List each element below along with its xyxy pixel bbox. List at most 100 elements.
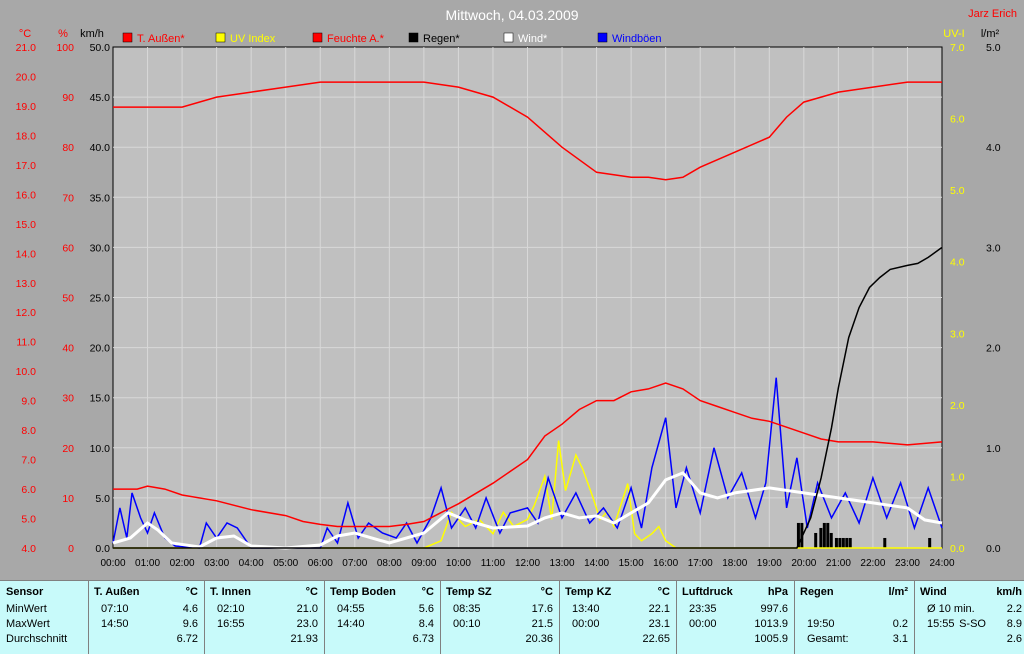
x-tick-label: 11:00 <box>481 558 506 569</box>
stats-cell-label: 23:35 <box>689 603 717 615</box>
stats-row: 16:55 23.0 <box>205 617 324 632</box>
stats-cell-label: MinWert <box>6 603 47 615</box>
stats-cell-label: 08:35 <box>453 603 481 615</box>
stats-cell-value: 6.72 <box>176 633 198 645</box>
stats-cell-value: 997.6 <box>760 603 788 615</box>
stats-row: Gesamt: 3.1 <box>795 632 914 647</box>
stats-cell-extra: S-SO <box>959 618 986 630</box>
stats-row: 19:50 0.2 <box>795 617 914 632</box>
stats-cell-value: hPa <box>767 586 788 598</box>
stats-cell-label: 16:55 <box>217 618 245 630</box>
stats-cell-value: 21.5 <box>531 618 553 630</box>
stats-cell-label: 02:10 <box>217 603 245 615</box>
stats-row <box>795 602 914 617</box>
rain-bar <box>841 537 845 548</box>
stats-row: 15:55 S-SO 8.9 <box>915 617 1024 632</box>
stats-row: Durchschnitt <box>0 632 88 647</box>
rain-tick-label: 1.0 <box>986 443 1001 455</box>
x-tick-label: 05:00 <box>273 558 298 569</box>
stats-cell-value: 22.65 <box>642 633 670 645</box>
stats-cell-value: °C <box>305 586 318 598</box>
stats-row: 14:40 8.4 <box>325 617 440 632</box>
temp-tick-label: 9.0 <box>21 396 36 408</box>
humidity-tick-label: 70 <box>62 192 74 204</box>
legend-swatch <box>122 32 133 43</box>
stats-cell-label: Temp SZ <box>446 586 492 598</box>
stats-header-row: Luftdruck hPa <box>677 585 794 600</box>
temp-tick-label: 19.0 <box>16 101 37 113</box>
uv-tick-label: 5.0 <box>950 185 965 197</box>
stats-cell-value: km/h <box>996 586 1022 598</box>
temp-tick-label: 18.0 <box>16 130 37 142</box>
temp-tick-label: 10.0 <box>16 366 37 378</box>
stats-cell-value: 5.6 <box>418 603 434 615</box>
x-tick-label: 13:00 <box>550 558 575 569</box>
wind-tick-label: 10.0 <box>90 443 111 455</box>
stats-row: 20.36 <box>441 632 559 647</box>
stats-cell-value: 21.93 <box>290 633 318 645</box>
stats-cell-label: 14:40 <box>337 618 365 630</box>
rain-bar <box>845 537 849 548</box>
stats-cell-value: 23.0 <box>296 618 318 630</box>
stats-column: Wind km/h Ø 10 min. 2.2 15:55 S-SO 8.9 2.6 <box>915 581 1024 654</box>
stats-row: 14:50 9.6 <box>89 617 204 632</box>
stats-cell-label: T. Außen <box>94 586 140 598</box>
stats-row: 04:55 5.6 <box>325 602 440 617</box>
uv-tick-label: 1.0 <box>950 471 965 483</box>
stats-cell-value: 22.1 <box>648 603 670 615</box>
stats-cell-label: 00:00 <box>572 618 600 630</box>
humidity-axis-unit: % <box>58 28 68 40</box>
stats-row: 23:35 997.6 <box>677 602 794 617</box>
stats-cell-value: 2.2 <box>1006 603 1022 615</box>
stats-row: MinWert <box>0 602 88 617</box>
rain-tick-label: 2.0 <box>986 343 1001 355</box>
temp-tick-label: 12.0 <box>16 307 37 319</box>
statistics-table: Sensor MinWert MaxWert Durchschnitt T. Außen… <box>0 580 1024 654</box>
temp-tick-label: 17.0 <box>16 160 37 172</box>
x-tick-label: 14:00 <box>584 558 609 569</box>
stats-row: 21.93 <box>205 632 324 647</box>
temp-tick-label: 16.0 <box>16 189 37 201</box>
legend-label: Wind* <box>518 33 548 45</box>
stats-cell-label: T. Innen <box>210 586 251 598</box>
stats-cell-value: 3.1 <box>892 633 908 645</box>
temp-tick-label: 7.0 <box>21 455 36 467</box>
wind-tick-label: 50.0 <box>90 42 111 54</box>
legend-swatch <box>597 32 608 43</box>
rain-bar <box>834 537 838 548</box>
rain-bar <box>838 537 842 548</box>
stats-cell-label: Ø 10 min. <box>927 603 975 615</box>
stats-cell-label: 19:50 <box>807 618 835 630</box>
stats-cell-value: 1013.9 <box>754 618 788 630</box>
stats-cell-value: 0.2 <box>892 618 908 630</box>
uv-tick-label: 6.0 <box>950 114 965 126</box>
legend-label: Windböen <box>612 33 662 45</box>
wind-tick-label: 40.0 <box>90 142 111 154</box>
chart-title: Mittwoch, 04.03.2009 <box>445 7 578 23</box>
temp-tick-label: 15.0 <box>16 219 37 231</box>
stats-cell-label: 00:10 <box>453 618 481 630</box>
stats-row: 00:00 23.1 <box>560 617 676 632</box>
temp-tick-label: 6.0 <box>21 484 36 496</box>
rain-bar <box>848 537 852 548</box>
stats-cell-value: 4.6 <box>182 603 198 615</box>
x-tick-label: 22:00 <box>860 558 885 569</box>
stats-row: 2.6 <box>915 632 1024 647</box>
temp-tick-label: 21.0 <box>16 42 37 54</box>
rain-bar <box>814 532 818 548</box>
temp-tick-label: 20.0 <box>16 71 37 83</box>
wind-tick-label: 20.0 <box>90 343 111 355</box>
stats-cell-value: 23.1 <box>648 618 670 630</box>
humidity-tick-label: 60 <box>62 242 74 254</box>
rain-tick-label: 0.0 <box>986 543 1001 555</box>
stats-cell-label: Sensor <box>6 586 44 598</box>
humidity-tick-label: 50 <box>62 293 74 305</box>
stats-cell-value: 20.36 <box>525 633 553 645</box>
stats-row: 1005.9 <box>677 632 794 647</box>
stats-column: Temp SZ °C 08:35 17.6 00:10 21.5 20.36 <box>441 581 560 654</box>
stats-row: 00:10 21.5 <box>441 617 559 632</box>
stats-cell-label: Wind <box>920 586 947 598</box>
author-label: Jarz Erich <box>968 8 1017 20</box>
rain-axis-unit: l/m² <box>981 28 1000 40</box>
humidity-tick-label: 80 <box>62 142 74 154</box>
